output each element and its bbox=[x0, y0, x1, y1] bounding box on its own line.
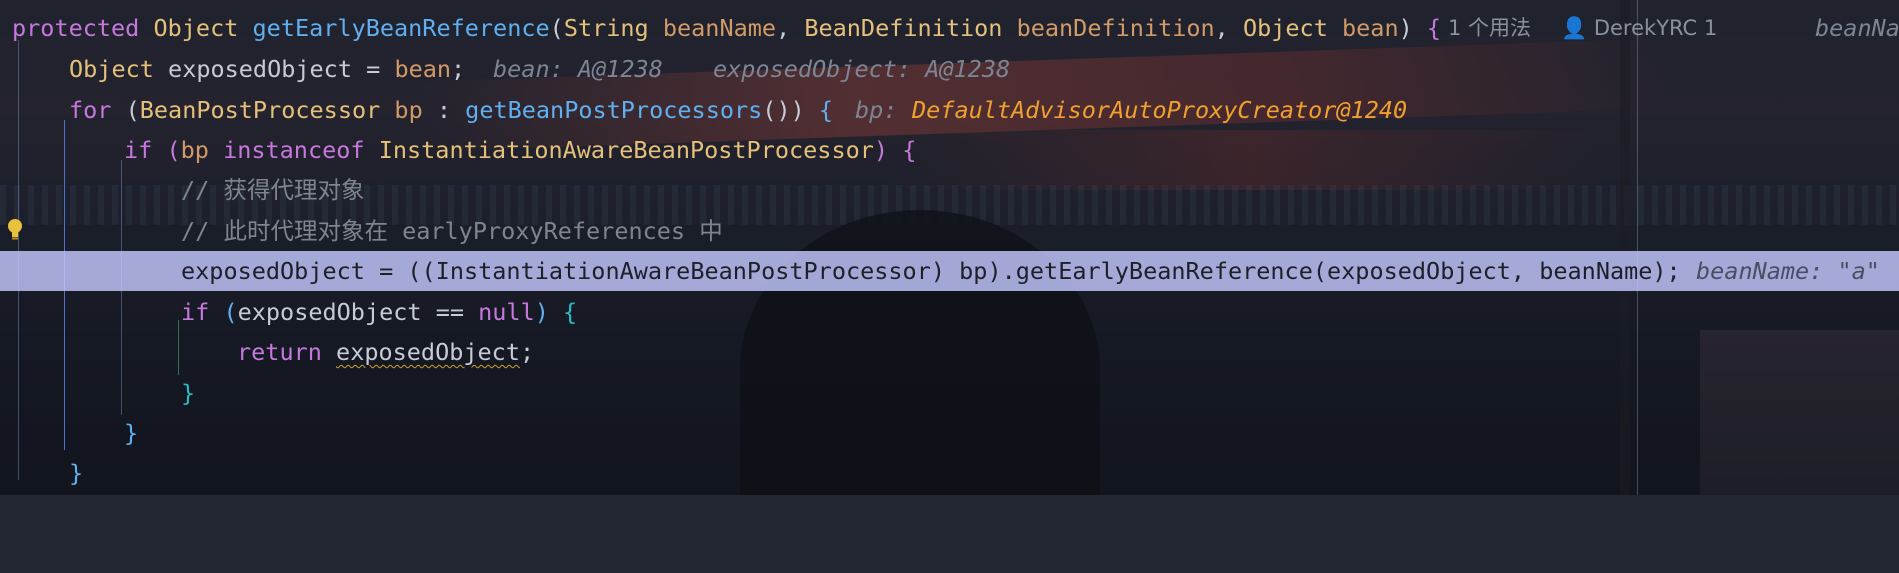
code-token: ( bbox=[166, 136, 181, 164]
code-token: getEarlyBeanReference bbox=[252, 14, 550, 42]
code-token: { bbox=[563, 298, 578, 326]
code-text: if (bp instanceof InstantiationAwareBean… bbox=[124, 130, 916, 170]
code-token: instanceof bbox=[223, 136, 379, 164]
code-token: { bbox=[818, 96, 834, 124]
code-token: { bbox=[902, 136, 917, 164]
code-token: BeanPostProcessor bbox=[139, 96, 395, 124]
code-token: InstantiationAwareBeanPostProcessor bbox=[378, 136, 874, 164]
code-token: ; bbox=[519, 338, 535, 366]
code-token: } bbox=[69, 459, 84, 487]
code-token: return bbox=[237, 338, 337, 366]
code-token: : bbox=[422, 96, 466, 124]
code-text: } bbox=[181, 373, 195, 413]
code-comment: // 获得代理对象 bbox=[181, 170, 364, 210]
code-line-3[interactable]: for (BeanPostProcessor bp : getBeanPostP… bbox=[0, 90, 1899, 130]
code-line-11[interactable]: } bbox=[0, 413, 1899, 453]
code-line-4[interactable]: if (bp instanceof InstantiationAwareBean… bbox=[0, 130, 1899, 170]
code-token: Object bbox=[153, 14, 253, 42]
code-text: } bbox=[69, 453, 83, 493]
code-comment: // 此时代理对象在 earlyProxyReferences 中 bbox=[181, 211, 723, 251]
code-token: exposedObject bbox=[168, 55, 352, 83]
code-token: for bbox=[69, 96, 126, 124]
code-token: ( bbox=[223, 298, 238, 326]
code-token: } bbox=[181, 379, 196, 407]
code-token: protected bbox=[12, 14, 154, 42]
debug-value-label: bp: bbox=[855, 96, 898, 124]
author-hint[interactable]: 👤 DerekYRC 1 bbox=[1561, 8, 1717, 48]
code-token: Object bbox=[1242, 14, 1342, 42]
code-token: , bbox=[1214, 14, 1243, 42]
code-token: bp bbox=[394, 96, 423, 124]
code-token: getBeanPostProcessors bbox=[465, 96, 763, 124]
code-text: exposedObject = ((InstantiationAwareBean… bbox=[181, 251, 1681, 291]
code-text: for (BeanPostProcessor bp : getBeanPostP… bbox=[69, 90, 833, 130]
code-text: } bbox=[124, 413, 138, 453]
code-token: String bbox=[563, 14, 663, 42]
code-token: } bbox=[124, 419, 139, 447]
lightbulb-icon[interactable] bbox=[6, 218, 24, 242]
code-text: Object exposedObject = bean; bbox=[69, 49, 465, 89]
code-line-1[interactable]: protected Object getEarlyBeanReference(S… bbox=[0, 8, 1899, 48]
code-token: ( bbox=[549, 14, 564, 42]
code-token: ) bbox=[873, 136, 903, 164]
code-token: ) bbox=[534, 298, 564, 326]
code-token: BeanDefinition bbox=[804, 14, 1017, 42]
code-line-9[interactable]: return exposedObject; bbox=[0, 332, 1899, 372]
code-text: return exposedObject; bbox=[237, 332, 534, 372]
code-text: protected Object getEarlyBeanReference(S… bbox=[12, 8, 1441, 48]
code-token: exposedObject bbox=[336, 338, 520, 366]
code-line-5[interactable]: // 获得代理对象 bbox=[0, 170, 1899, 210]
code-token: if bbox=[124, 136, 167, 164]
code-token: ( bbox=[125, 96, 140, 124]
code-token: null bbox=[478, 298, 535, 326]
code-line-10[interactable]: } bbox=[0, 373, 1899, 413]
code-token: exposedObject bbox=[237, 298, 422, 326]
code-token: ()) bbox=[762, 96, 819, 124]
code-token: Object bbox=[69, 55, 169, 83]
code-text: if (exposedObject == null) { bbox=[181, 292, 577, 332]
code-token: beanName bbox=[662, 14, 777, 42]
code-token: == bbox=[421, 298, 479, 326]
code-token: ) bbox=[1398, 14, 1427, 42]
param-value-hint: beanNa bbox=[1815, 14, 1899, 42]
code-token: bean bbox=[394, 55, 452, 83]
debug-value-hint: beanName: "a" bbox=[1696, 257, 1880, 285]
code-line-12[interactable]: } bbox=[0, 453, 1899, 493]
code-editor[interactable]: protected Object getEarlyBeanReference(S… bbox=[0, 0, 1899, 495]
code-token: bean bbox=[1342, 14, 1399, 42]
code-token: ; bbox=[451, 55, 466, 83]
debug-value-hint: bean: A@1238 bbox=[493, 55, 663, 83]
code-token: beanDefinition bbox=[1016, 14, 1215, 42]
debug-value-hint: DefaultAdvisorAutoProxyCreator@1240 bbox=[912, 96, 1408, 124]
person-icon: 👤 bbox=[1561, 16, 1588, 40]
code-line-8[interactable]: if (exposedObject == null) { bbox=[0, 292, 1899, 332]
code-token: bp bbox=[180, 136, 224, 164]
code-token: // 此时代理对象在 earlyProxyReferences 中 bbox=[181, 217, 723, 245]
code-line-7-current[interactable]: exposedObject = ((InstantiationAwareBean… bbox=[0, 251, 1899, 291]
code-token: if bbox=[181, 298, 224, 326]
code-token: , bbox=[776, 14, 805, 42]
usages-hint[interactable]: 1 个用法 bbox=[1448, 8, 1531, 48]
code-token: = bbox=[351, 55, 395, 83]
code-token: { bbox=[1426, 14, 1442, 42]
code-token: exposedObject = ((InstantiationAwareBean… bbox=[181, 257, 1681, 285]
code-line-2[interactable]: Object exposedObject = bean; bean: A@123… bbox=[0, 49, 1899, 89]
code-token: // 获得代理对象 bbox=[181, 176, 365, 204]
code-line-6[interactable]: // 此时代理对象在 earlyProxyReferences 中 bbox=[0, 211, 1899, 251]
debug-value-hint: exposedObject: A@1238 bbox=[713, 55, 1011, 83]
